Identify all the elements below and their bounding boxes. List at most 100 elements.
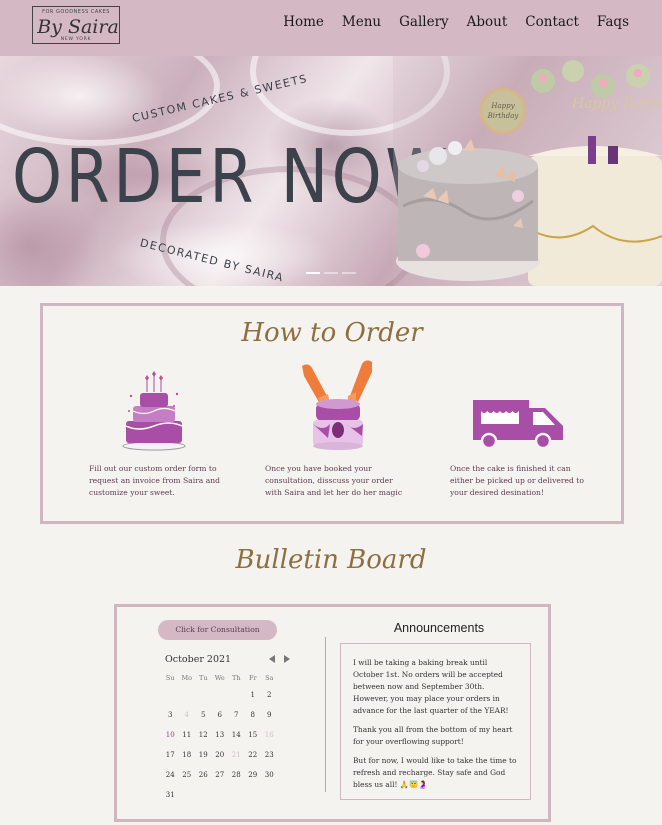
calendar-day[interactable]: 5 (195, 705, 212, 725)
nav-link-gallery[interactable]: Gallery (399, 14, 449, 30)
announcement-paragraph: Thank you all from the bottom of my hear… (353, 725, 513, 746)
calendar-day[interactable]: 6 (212, 705, 229, 725)
calendar-next-icon[interactable] (284, 655, 290, 663)
calendar-weekday: Th (231, 674, 241, 682)
announcement-paragraph: But for now, I would like to take the ti… (353, 756, 517, 789)
svg-text:Happy: Happy (490, 102, 515, 110)
calendar-day[interactable]: 8 (245, 705, 262, 725)
calendar-weekday: Fr (248, 674, 257, 682)
cake-topper-text: Happy Birthday (571, 96, 662, 112)
nav-link-menu[interactable]: Menu (342, 14, 381, 30)
bulletin-board: Click for Consultation October 2021 Su Mo… (114, 604, 551, 822)
calendar-empty-cell (261, 785, 278, 805)
calendar-day[interactable]: 12 (195, 725, 212, 745)
announcements-box: I will be taking a baking break until Oc… (340, 643, 531, 800)
calendar-weekday-row: Su Mo Tu We Th Fr Sa (162, 671, 278, 685)
slider-dots (306, 272, 356, 274)
calendar-empty-cell (212, 685, 229, 705)
calendar-month: October 2021 (165, 654, 232, 665)
calendar-day[interactable]: 19 (195, 745, 212, 765)
calendar-week-row: 12 (162, 685, 278, 705)
step-2: Once you have booked your consultation, … (265, 463, 405, 499)
calendar-day[interactable]: 14 (228, 725, 245, 745)
step-1-text: Fill out our custom order form to reques… (89, 464, 220, 497)
calendar-day[interactable]: 3 (162, 705, 179, 725)
logo-tagline: FOR GOODNESS CAKES (42, 9, 110, 15)
calendar-empty-cell (195, 685, 212, 705)
calendar-weekday: Sa (265, 674, 274, 682)
nav-link-about[interactable]: About (467, 14, 508, 30)
logo-wordmark: By Saira (37, 16, 119, 38)
calendar-day[interactable]: 11 (179, 725, 196, 745)
slide-dot-3[interactable] (342, 272, 356, 274)
nav-link-home[interactable]: Home (283, 14, 324, 30)
hands-cake-icon (302, 360, 372, 450)
cake-photo: Happy Birthday Happy Birthday (393, 56, 662, 286)
bulletin-title: Bulletin Board (235, 545, 427, 575)
calendar-weekday: Tu (198, 674, 208, 682)
calendar-day[interactable]: 7 (228, 705, 245, 725)
calendar-day[interactable]: 24 (162, 765, 179, 785)
calendar-day: 21 (231, 751, 241, 759)
step-3-text: Once the cake is finished it can either … (450, 464, 584, 497)
calendar-day[interactable]: 26 (195, 765, 212, 785)
calendar-day[interactable]: 10 (162, 725, 179, 745)
slide-dot-2[interactable] (324, 272, 338, 274)
calendar-empty-cell (212, 785, 229, 805)
calendar-day[interactable]: 27 (212, 765, 229, 785)
calendar-day[interactable]: 23 (261, 745, 278, 765)
calendar-day[interactable]: 29 (245, 765, 262, 785)
calendar-day[interactable]: 22 (245, 745, 262, 765)
calendar-empty-cell (179, 685, 196, 705)
logo-location: NEW YORK (60, 37, 92, 42)
calendar-empty-cell (195, 785, 212, 805)
calendar-day[interactable]: 9 (261, 705, 278, 725)
how-to-order-section: How to Order Fill out our custom order f… (40, 303, 624, 524)
announcement-paragraph: I will be taking a baking break until Oc… (353, 658, 509, 715)
divider (325, 637, 326, 792)
nav-links: Home Menu Gallery About Contact Faqs (283, 14, 629, 30)
calendar-week-row: 31 (162, 785, 278, 805)
calendar-empty-cell (245, 785, 262, 805)
calendar-empty-cell (228, 685, 245, 705)
hero-banner[interactable]: CUSTOM CAKES & SWEETS ORDER NOW DECORATE… (0, 56, 662, 286)
calendar-day[interactable]: 17 (162, 745, 179, 765)
calendar-day[interactable]: 13 (212, 725, 229, 745)
calendar-day[interactable]: 25 (179, 765, 196, 785)
calendar-week-row: 3456789 (162, 705, 278, 725)
calendar-week-row: 10 11 12 13 14 15 16 (162, 725, 278, 745)
calendar-day[interactable]: 18 (179, 745, 196, 765)
calendar-empty-cell (228, 785, 245, 805)
slide-dot-1[interactable] (306, 272, 320, 274)
calendar-weekday: Mo (181, 674, 193, 682)
calendar-day[interactable]: 1 (245, 685, 262, 705)
calendar-day: 16 (264, 731, 274, 739)
calendar-day[interactable]: 28 (228, 765, 245, 785)
nav-link-faqs[interactable]: Faqs (597, 14, 629, 30)
calendar-empty-cell (179, 785, 196, 805)
calendar-prev-icon[interactable] (269, 655, 275, 663)
calendar-day[interactable]: 30 (261, 765, 278, 785)
consultation-button[interactable]: Click for Consultation (158, 620, 277, 640)
calendar-day[interactable]: 20 (212, 745, 229, 765)
calendar-day[interactable]: 15 (245, 725, 262, 745)
tiered-cake-icon (122, 371, 186, 451)
hero-title: ORDER NOW (12, 134, 452, 220)
step-1: Fill out our custom order form to reques… (89, 463, 229, 499)
calendar-day[interactable]: 2 (261, 685, 278, 705)
nav-link-contact[interactable]: Contact (525, 14, 579, 30)
step-3: Once the cake is finished it can either … (450, 463, 590, 499)
calendar-weekday: Su (165, 674, 175, 682)
step-2-text: Once you have booked your consultation, … (265, 464, 403, 497)
calendar-empty-cell (162, 685, 179, 705)
top-nav: FOR GOODNESS CAKES By Saira NEW YORK Hom… (0, 0, 662, 56)
announcements-title: Announcements (393, 621, 485, 635)
calendar-week-row: 24 25 26 27 28 29 30 (162, 765, 278, 785)
calendar-day[interactable]: 31 (162, 785, 179, 805)
delivery-van-icon (473, 400, 563, 450)
calendar-weekday: We (214, 674, 225, 682)
calendar-grid: Su Mo Tu We Th Fr Sa 1 2 3 4 5 6 7 8 9 10 11 12 13 14 15 16 17 1… (162, 671, 278, 805)
section-title: How to Order (241, 318, 423, 348)
brand-logo[interactable]: FOR GOODNESS CAKES By Saira NEW YORK (32, 6, 120, 44)
back-cake (528, 156, 662, 286)
